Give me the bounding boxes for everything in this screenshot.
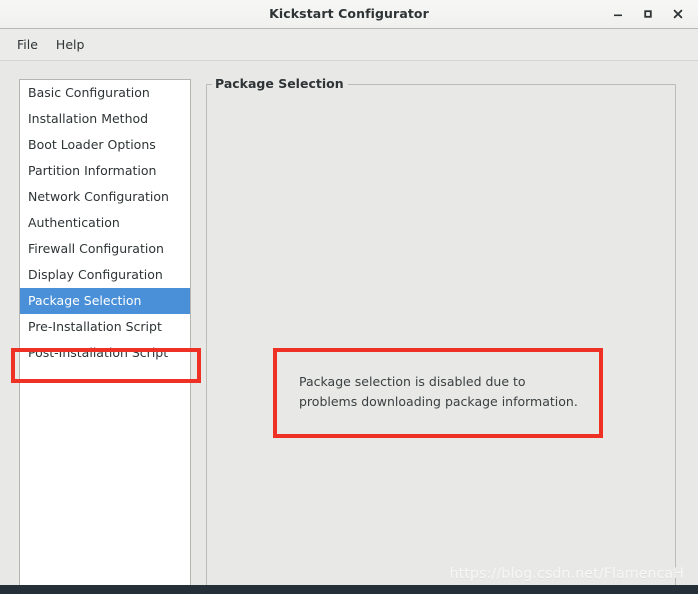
sidebar-item-installation-method[interactable]: Installation Method (20, 106, 190, 132)
window-controls (604, 0, 692, 28)
title-bar: Kickstart Configurator (0, 0, 698, 29)
package-selection-frame (206, 84, 676, 587)
sidebar-item-authentication[interactable]: Authentication (20, 210, 190, 236)
sidebar-item-post-installation-script[interactable]: Post-Installation Script (20, 340, 190, 366)
sidebar-item-partition-information[interactable]: Partition Information (20, 158, 190, 184)
sidebar-item-boot-loader-options[interactable]: Boot Loader Options (20, 132, 190, 158)
watermark: https://blog.csdn.net/FlamencaH (449, 566, 684, 582)
disabled-message-line-2: problems downloading package information… (299, 394, 578, 409)
close-icon[interactable] (664, 2, 692, 26)
menu-item-file[interactable]: File (8, 34, 47, 55)
disabled-message: Package selection is disabled due to pro… (299, 372, 589, 412)
sidebar-item-basic-configuration[interactable]: Basic Configuration (20, 80, 190, 106)
main-content: Basic Configuration Installation Method … (0, 62, 698, 587)
maximize-icon[interactable] (634, 2, 662, 26)
frame-title: Package Selection (212, 76, 348, 92)
sidebar-item-package-selection[interactable]: Package Selection (20, 288, 190, 314)
sidebar-item-network-configuration[interactable]: Network Configuration (20, 184, 190, 210)
disabled-message-line-1: Package selection is disabled due to (299, 374, 526, 389)
section-list[interactable]: Basic Configuration Installation Method … (19, 79, 191, 587)
desktop-bottom-strip (0, 585, 698, 594)
menu-bar: File Help (0, 29, 698, 61)
window-title: Kickstart Configurator (269, 6, 429, 21)
sidebar-item-display-configuration[interactable]: Display Configuration (20, 262, 190, 288)
minimize-icon[interactable] (604, 2, 632, 26)
application-window: Kickstart Configurator File Help Basic C… (0, 0, 698, 594)
sidebar-item-firewall-configuration[interactable]: Firewall Configuration (20, 236, 190, 262)
menu-item-help[interactable]: Help (47, 34, 94, 55)
sidebar-item-pre-installation-script[interactable]: Pre-Installation Script (20, 314, 190, 340)
